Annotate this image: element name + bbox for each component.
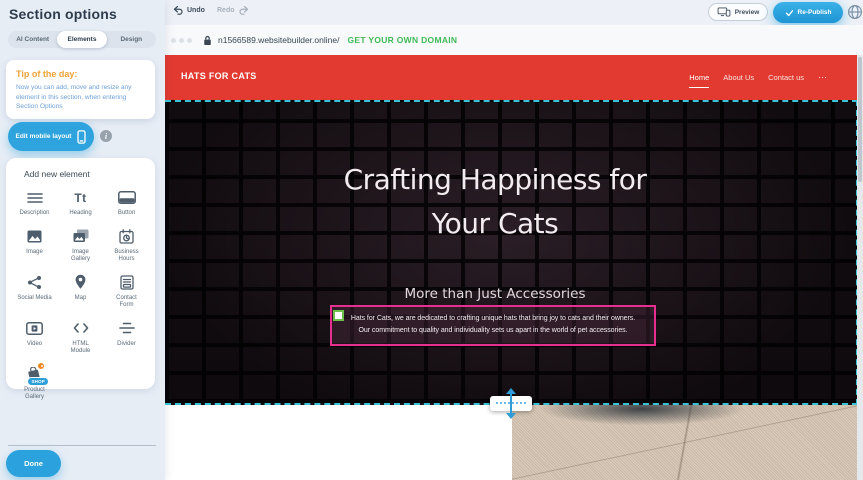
element-heading[interactable]: Tt Heading: [58, 188, 104, 218]
done-button[interactable]: Done: [6, 450, 61, 477]
tab-ai-content[interactable]: AI Content: [8, 31, 57, 48]
element-html-module[interactable]: HTML Module: [58, 319, 104, 356]
hero-heading-line1: Crafting Happiness for: [165, 158, 825, 202]
edit-mobile-layout-button[interactable]: Edit mobile layout: [8, 122, 94, 151]
site-preview: HATS FOR CATS Home About Us Contact us ⋯…: [165, 55, 863, 480]
html-module-icon: [73, 319, 89, 338]
element-map[interactable]: Map: [58, 273, 104, 310]
mobile-phone-icon: [77, 130, 86, 144]
site-url[interactable]: n1566589.websitebuilder.online/: [218, 35, 339, 45]
nav-more[interactable]: ⋯: [818, 66, 827, 89]
redo-icon: [238, 5, 249, 15]
add-element-panel: Add new element Description Tt Heading: [6, 158, 155, 389]
section-options-panel: Section options AI Content Elements Desi…: [0, 0, 165, 480]
element-contact-form[interactable]: Contact Form: [104, 273, 150, 310]
hero-paragraph-line2: Our commitment to quality and individual…: [332, 325, 654, 337]
element-button[interactable]: Button: [104, 188, 150, 218]
tab-elements[interactable]: Elements: [57, 31, 106, 48]
shop-badge: SHOP: [27, 377, 49, 386]
element-description[interactable]: Description: [12, 188, 58, 218]
republish-button[interactable]: Re-Publish: [773, 2, 843, 23]
undo-label: Undo: [187, 7, 205, 14]
heading-icon: Tt: [74, 188, 86, 207]
tab-design[interactable]: Design: [107, 31, 156, 48]
lock-icon: [203, 35, 212, 46]
globe-icon: [847, 4, 863, 20]
element-divider[interactable]: Divider: [104, 319, 150, 356]
sidebar-divider: [8, 445, 156, 446]
resize-arrow-up-icon: [506, 383, 516, 394]
selected-text-element[interactable]: Hats for Cats, we are dedicated to craft…: [330, 305, 656, 346]
editor-topbar: Undo Redo Preview: [165, 0, 863, 25]
element-business-hours[interactable]: Business Hours: [104, 227, 150, 264]
preview-button[interactable]: Preview: [708, 3, 768, 21]
element-image[interactable]: Image: [12, 227, 58, 264]
preview-devices-icon: [717, 7, 731, 17]
button-icon: [118, 188, 136, 207]
map-icon: [74, 273, 87, 292]
element-product-gallery[interactable]: SHOP Product Gallery: [12, 365, 58, 402]
browser-address-bar: n1566589.websitebuilder.online/ GET YOUR…: [165, 25, 863, 55]
undo-button[interactable]: Undo: [173, 5, 205, 15]
hero-heading[interactable]: Crafting Happiness for Your Cats: [165, 158, 825, 246]
hero-subheading[interactable]: More than Just Accessories: [165, 286, 825, 302]
section-resize-handle[interactable]: [490, 396, 532, 411]
divider-icon: [119, 319, 135, 338]
element-social-media[interactable]: Social Media: [12, 273, 58, 310]
info-icon[interactable]: i: [100, 130, 112, 142]
hero-heading-line2: Your Cats: [165, 202, 825, 246]
description-icon: [27, 188, 43, 207]
business-hours-icon: [119, 227, 134, 246]
language-globe-button[interactable]: [847, 4, 863, 20]
contact-form-icon: [120, 273, 134, 292]
panel-title: Section options: [9, 6, 117, 22]
preview-label: Preview: [735, 9, 760, 16]
check-icon: [785, 9, 794, 17]
undo-icon: [173, 5, 184, 15]
site-header: HATS FOR CATS Home About Us Contact us ⋯: [165, 55, 857, 100]
video-icon: [26, 319, 43, 338]
add-element-title: Add new element: [24, 169, 150, 179]
social-media-icon: [27, 273, 42, 292]
scrollbar-thumb[interactable]: [858, 57, 862, 182]
panel-tabs: AI Content Elements Design: [8, 31, 156, 48]
new-badge: [37, 362, 45, 370]
element-video[interactable]: Video: [12, 319, 58, 356]
element-grid: Description Tt Heading Button Ima: [11, 188, 150, 402]
nav-contact-us[interactable]: Contact us: [768, 67, 804, 88]
image-gallery-icon: [73, 227, 89, 246]
republish-label: Re-Publish: [798, 9, 832, 16]
product-gallery-icon: SHOP: [27, 365, 42, 384]
hero-paragraph-line1: Hats for Cats, we are dedicated to craft…: [332, 313, 654, 325]
redo-button[interactable]: Redo: [217, 5, 249, 15]
tip-card: Tip of the day: Now you can add, move an…: [6, 60, 155, 119]
nav-about-us[interactable]: About Us: [723, 67, 754, 88]
hero-section[interactable]: Crafting Happiness for Your Cats More th…: [165, 100, 858, 405]
element-handle[interactable]: [333, 310, 344, 321]
get-domain-link[interactable]: GET YOUR OWN DOMAIN: [347, 35, 457, 45]
tip-title: Tip of the day:: [16, 69, 145, 79]
site-nav: Home About Us Contact us ⋯: [689, 55, 827, 100]
tip-body: Now you can add, move and resize any ele…: [16, 83, 145, 112]
window-dots: [171, 38, 192, 43]
element-image-gallery[interactable]: Image Gallery: [58, 227, 104, 264]
nav-home[interactable]: Home: [689, 67, 709, 88]
site-logo[interactable]: HATS FOR CATS: [181, 71, 257, 81]
next-section-image[interactable]: [512, 405, 857, 480]
edit-mobile-label: Edit mobile layout: [16, 133, 72, 140]
preview-scrollbar[interactable]: [857, 55, 863, 480]
website-builder-editor: Undo Redo Preview: [0, 0, 863, 480]
resize-arrow-down-icon: [506, 413, 516, 424]
redo-label: Redo: [217, 7, 235, 14]
next-section-spacer: [165, 405, 512, 480]
image-icon: [27, 227, 42, 246]
